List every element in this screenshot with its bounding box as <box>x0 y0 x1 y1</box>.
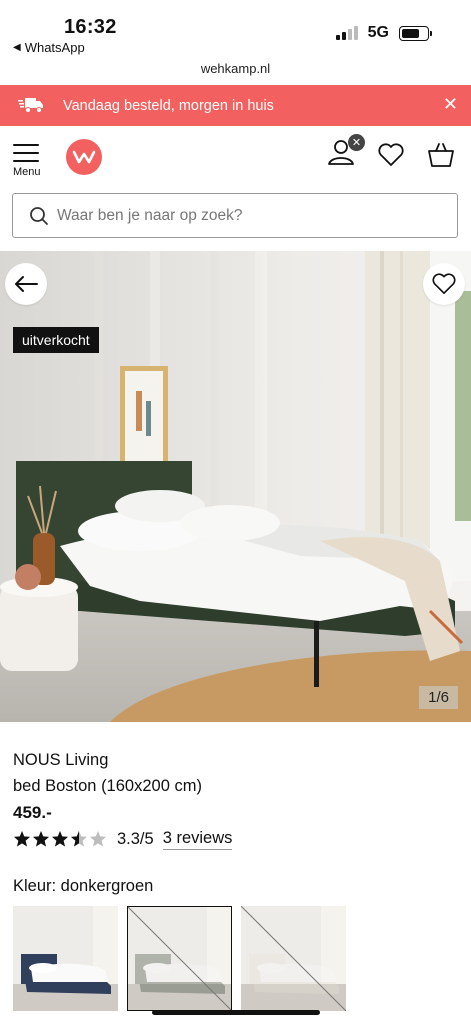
search-box[interactable] <box>12 193 458 238</box>
color-label: Kleur: donkergroen <box>13 877 154 895</box>
close-icon[interactable]: ✕ <box>443 94 458 115</box>
reviews-link[interactable]: 3 reviews <box>162 829 233 850</box>
wishlist-heart-icon[interactable] <box>377 142 405 167</box>
favorite-button[interactable] <box>423 263 465 305</box>
delivery-truck-icon <box>17 97 43 119</box>
star-icon <box>52 831 68 847</box>
back-button[interactable] <box>5 263 47 305</box>
back-to-app-link[interactable]: ◀ WhatsApp <box>13 40 85 55</box>
menu-button[interactable]: Menu <box>13 144 45 178</box>
product-rating: 3.3/5 3 reviews <box>13 826 233 852</box>
star-icon <box>90 831 106 847</box>
signal-icon <box>335 26 358 40</box>
battery-icon <box>399 25 432 41</box>
promo-text: Vandaag besteld, morgen in huis <box>63 97 274 114</box>
product-title: bed Boston (160x200 cm) <box>13 777 202 795</box>
home-indicator <box>152 1010 320 1015</box>
variant-swatch-beige[interactable] <box>241 906 346 1011</box>
search-icon <box>30 207 48 225</box>
variant-thumbnail-image <box>241 906 346 1011</box>
product-price: 459.- <box>13 803 52 822</box>
hamburger-icon <box>13 144 39 146</box>
star-icon <box>33 831 49 847</box>
network-type: 5G <box>367 24 389 41</box>
promo-banner: Vandaag besteld, morgen in huis ✕ <box>0 85 471 126</box>
wehkamp-logo[interactable] <box>66 139 102 175</box>
variant-thumbnail-image <box>13 906 118 1011</box>
back-triangle-icon: ◀ <box>13 42 21 53</box>
status-bar: 16:32 ◀ WhatsApp 5G <box>0 0 471 58</box>
menu-label: Menu <box>13 166 41 178</box>
sold-out-badge: uitverkocht <box>13 327 99 353</box>
address-bar-url[interactable]: wehkamp.nl <box>0 61 471 76</box>
product-image-gallery[interactable]: uitverkocht 1/6 <box>0 251 471 722</box>
clock: 16:32 <box>64 16 117 38</box>
variant-swatch-donkergroen[interactable] <box>127 906 232 1011</box>
rating-stars <box>13 830 107 848</box>
arrow-left-icon <box>15 276 38 292</box>
color-variants <box>13 906 346 1011</box>
site-header: Menu ✕ <box>0 126 471 190</box>
product-brand[interactable]: NOUS Living <box>13 751 108 770</box>
logout-badge-icon[interactable]: ✕ <box>348 134 365 151</box>
hamburger-bar <box>13 160 39 162</box>
heart-icon <box>432 273 456 294</box>
star-icon <box>71 831 87 847</box>
variant-swatch-blue[interactable] <box>13 906 118 1011</box>
image-counter: 1/6 <box>419 686 458 709</box>
rating-score: 3.3/5 <box>117 829 154 848</box>
star-icon <box>14 831 30 847</box>
bed-product-photo <box>0 251 471 722</box>
search-input[interactable] <box>57 204 437 228</box>
account-button[interactable]: ✕ <box>327 134 365 171</box>
variant-thumbnail-image <box>127 906 232 1011</box>
hamburger-bar <box>13 152 39 154</box>
shopping-basket-icon[interactable] <box>427 142 455 168</box>
back-app-label: WhatsApp <box>24 40 85 55</box>
